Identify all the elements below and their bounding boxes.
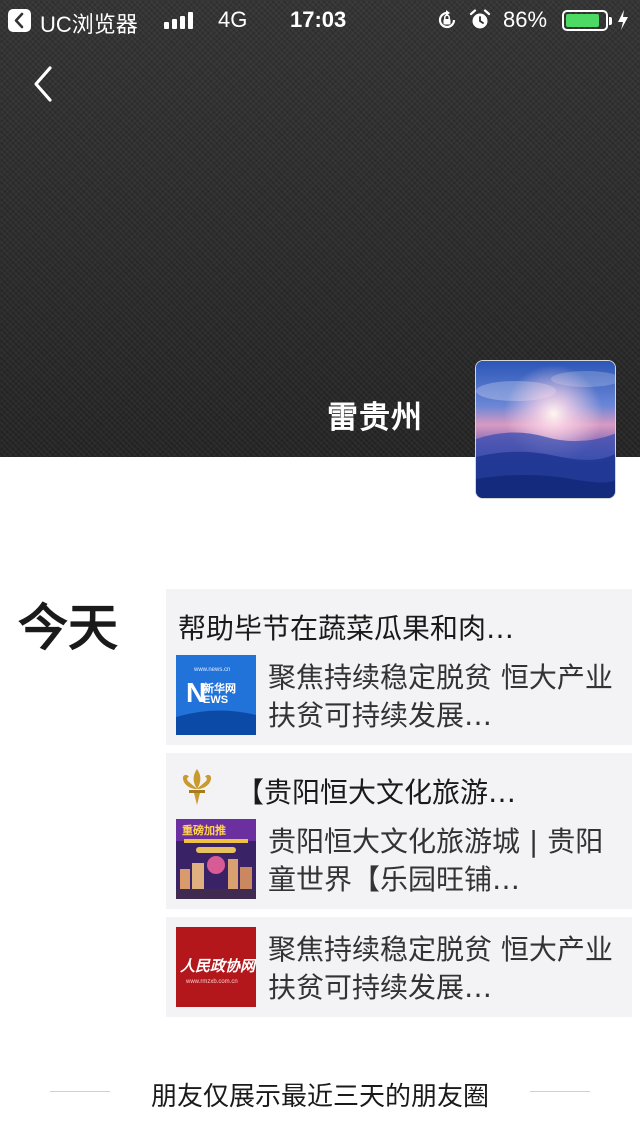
signal-icon [164, 11, 198, 29]
rotation-lock-icon [438, 10, 456, 29]
svg-text:www.rmzxb.com.cn: www.rmzxb.com.cn [185, 979, 238, 985]
moment-post[interactable]: 【贵阳恒大文化旅游… 重磅加推 贵阳恒大文化旅游城 | 贵阳童世界【乐园旺铺… [166, 753, 632, 909]
post-text: 帮助毕节在蔬菜瓜果和肉… [178, 612, 515, 645]
moment-post[interactable]: 人民政协网 www.rmzxb.com.cn 聚焦持续稳定脱贫 恒大产业扶贫可持… [166, 917, 632, 1017]
svg-text:重磅加推: 重磅加推 [182, 823, 226, 837]
back-to-app-icon[interactable] [8, 9, 31, 32]
shared-link-title: 聚焦持续稳定脱贫 恒大产业扶贫可持续发展… [268, 661, 613, 732]
svg-text:EWS: EWS [203, 694, 228, 706]
battery-percent: 86% [503, 7, 548, 32]
day-label: 今天 [18, 599, 118, 657]
fleur-de-lis-icon [182, 769, 212, 805]
promo-thumbnail-icon: 重磅加推 [176, 819, 256, 899]
status-bar: UC浏览器 4G 17:03 86% [0, 0, 640, 40]
svg-text:www.news.cn: www.news.cn [193, 667, 230, 673]
back-chevron-icon[interactable] [28, 62, 60, 106]
network-type: 4G [218, 7, 248, 32]
footer-text: 朋友仅展示最近三天的朋友圈 [150, 1082, 489, 1112]
charging-icon [618, 10, 628, 30]
back-app-label[interactable]: UC浏览器 [40, 7, 138, 39]
feed-end-notice: 朋友仅展示最近三天的朋友圈 [0, 1072, 640, 1112]
cppcc-thumbnail-icon: 人民政协网 www.rmzxb.com.cn [176, 927, 256, 1007]
moment-post[interactable]: 帮助毕节在蔬菜瓜果和肉… www.news.cn N 新华网 EWS 聚焦持续稳… [166, 589, 632, 745]
divider [530, 1091, 590, 1092]
clock: 17:03 [290, 7, 347, 32]
news-thumbnail-icon: www.news.cn N 新华网 EWS [176, 655, 256, 735]
post-text: 【贵阳恒大文化旅游… [236, 776, 517, 809]
shared-link-title: 贵阳恒大文化旅游城 | 贵阳童世界【乐园旺铺… [268, 825, 604, 896]
battery-icon [562, 10, 612, 31]
svg-text:新华网: 新华网 [203, 681, 236, 695]
avatar[interactable] [475, 360, 616, 499]
svg-text:人民政协网: 人民政协网 [180, 957, 256, 975]
shared-link-title: 聚焦持续稳定脱贫 恒大产业扶贫可持续发展… [268, 933, 613, 1004]
profile-name[interactable]: 雷贵州 [300, 392, 450, 437]
alarm-icon [469, 9, 491, 29]
